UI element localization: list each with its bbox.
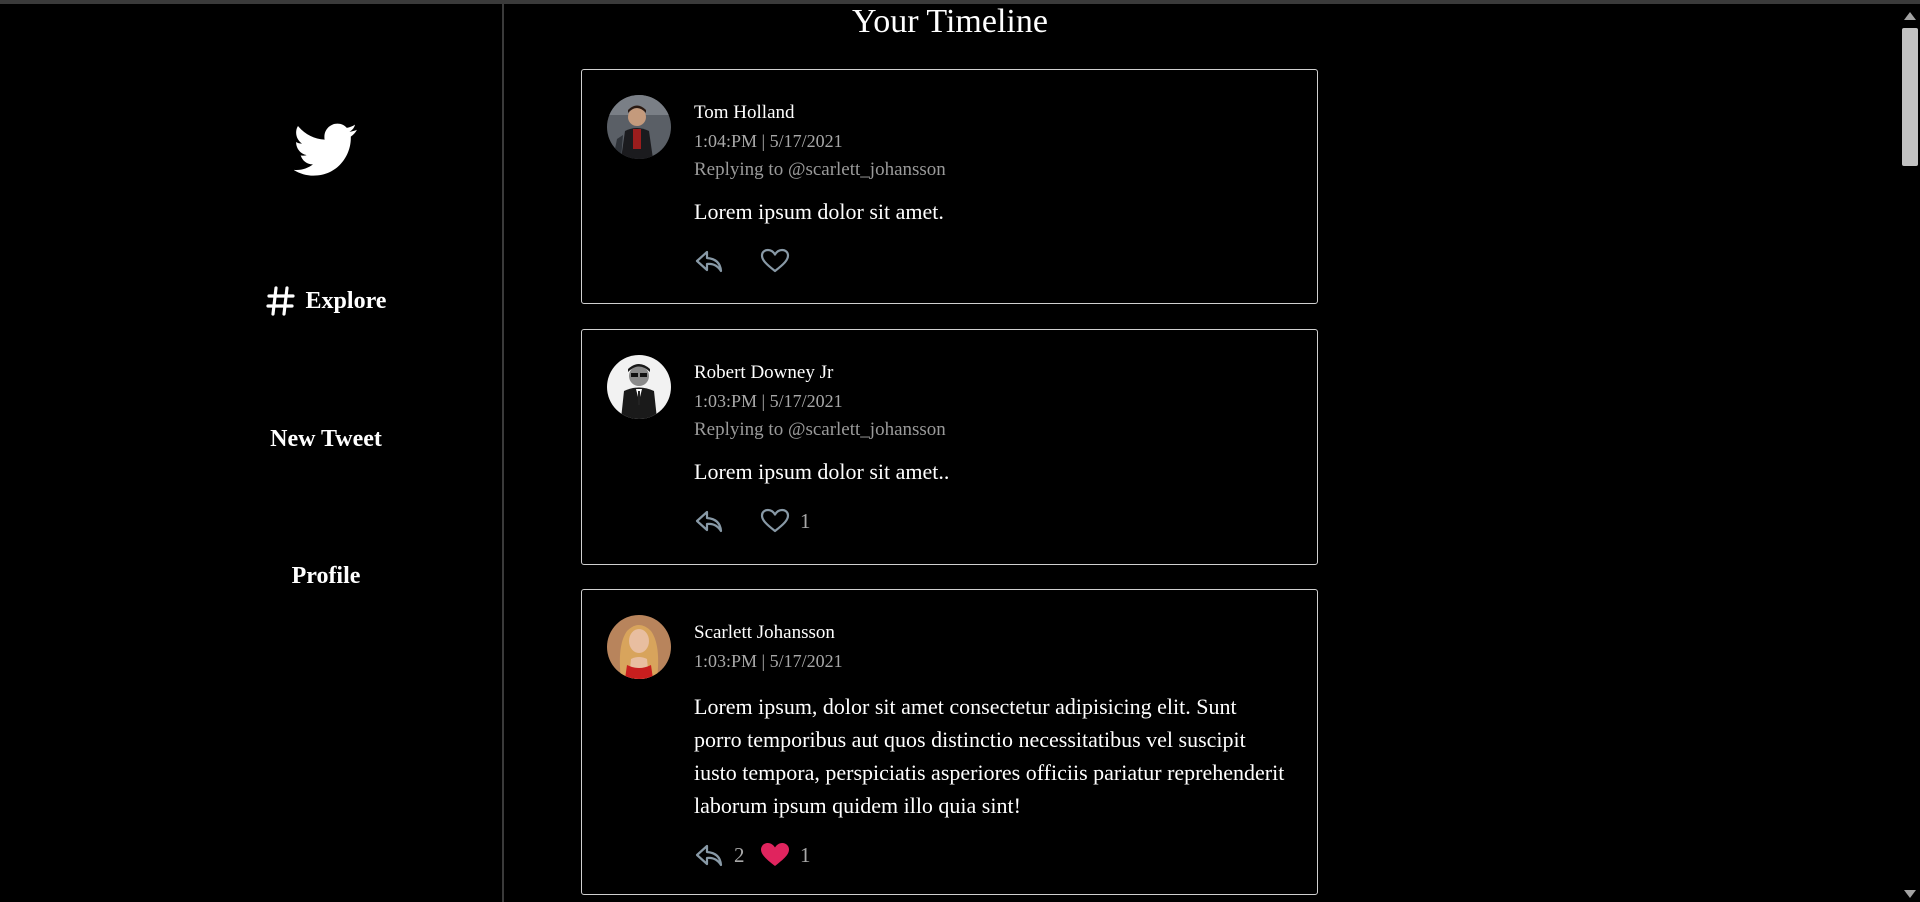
sidebar-item-new-tweet[interactable]: New Tweet bbox=[0, 426, 652, 453]
tweet-card: Robert Downey Jr 1:03:PM | 5/17/2021 Rep… bbox=[581, 329, 1318, 565]
heart-outline-icon bbox=[760, 248, 790, 273]
scrollbar-thumb[interactable] bbox=[1902, 28, 1918, 166]
tweet-card: Tom Holland 1:04:PM | 5/17/2021 Replying… bbox=[581, 69, 1318, 304]
reply-button[interactable] bbox=[694, 248, 760, 274]
tweet-card: Scarlett Johansson 1:03:PM | 5/17/2021 L… bbox=[581, 589, 1318, 895]
tweet-replying-to: Replying to @scarlett_johansson bbox=[694, 159, 946, 180]
like-button[interactable]: 1 bbox=[760, 842, 811, 868]
reply-button[interactable] bbox=[694, 508, 760, 534]
scroll-up-arrow-icon[interactable] bbox=[1904, 12, 1916, 20]
like-button[interactable] bbox=[760, 248, 800, 274]
tweet-author[interactable]: Tom Holland bbox=[694, 100, 1287, 126]
twitter-bird-icon[interactable] bbox=[294, 122, 358, 178]
tweet-content: Lorem ipsum, dolor sit amet consectetur … bbox=[694, 694, 1285, 818]
sidebar-item-explore[interactable]: Explore bbox=[0, 284, 652, 318]
reply-button[interactable]: 2 bbox=[694, 842, 760, 868]
tweet-actions: 2 1 bbox=[694, 838, 1287, 872]
like-count: 1 bbox=[800, 508, 811, 533]
reply-icon bbox=[695, 844, 723, 867]
tweet-author[interactable]: Scarlett Johansson bbox=[694, 620, 1287, 646]
tweet-content: Lorem ipsum dolor sit amet.. bbox=[694, 459, 950, 484]
avatar[interactable] bbox=[607, 95, 671, 159]
avatar[interactable] bbox=[607, 615, 671, 679]
avatar[interactable] bbox=[607, 355, 671, 419]
tweet-actions: 1 bbox=[694, 504, 1287, 538]
scroll-down-arrow-icon[interactable] bbox=[1904, 890, 1916, 898]
sidebar-item-profile[interactable]: Profile bbox=[0, 563, 652, 590]
heart-outline-icon bbox=[760, 508, 790, 533]
scrollbar[interactable] bbox=[1900, 4, 1920, 902]
sidebar-item-label: Explore bbox=[305, 287, 387, 314]
reply-count: 2 bbox=[734, 842, 745, 867]
tweet-content: Lorem ipsum dolor sit amet. bbox=[694, 199, 944, 224]
heart-filled-icon bbox=[761, 843, 789, 866]
reply-icon bbox=[695, 250, 723, 273]
hashtag-icon bbox=[265, 286, 295, 316]
tweet-timestamp: 1:03:PM | 5/17/2021 bbox=[694, 651, 843, 671]
reply-icon bbox=[695, 510, 723, 533]
sidebar-item-label: Profile bbox=[291, 563, 361, 589]
like-button[interactable]: 1 bbox=[760, 508, 811, 534]
tweet-actions bbox=[694, 244, 1287, 278]
like-count: 1 bbox=[800, 842, 811, 867]
sidebar-item-label: New Tweet bbox=[270, 426, 382, 452]
tweet-replying-to: Replying to @scarlett_johansson bbox=[694, 419, 946, 440]
page-title: Your Timeline bbox=[852, 3, 1048, 40]
sidebar: Explore New Tweet Profile bbox=[0, 4, 504, 902]
tweet-timestamp: 1:03:PM | 5/17/2021 bbox=[694, 391, 843, 411]
tweet-timestamp: 1:04:PM | 5/17/2021 bbox=[694, 131, 843, 151]
tweet-author[interactable]: Robert Downey Jr bbox=[694, 360, 1287, 386]
